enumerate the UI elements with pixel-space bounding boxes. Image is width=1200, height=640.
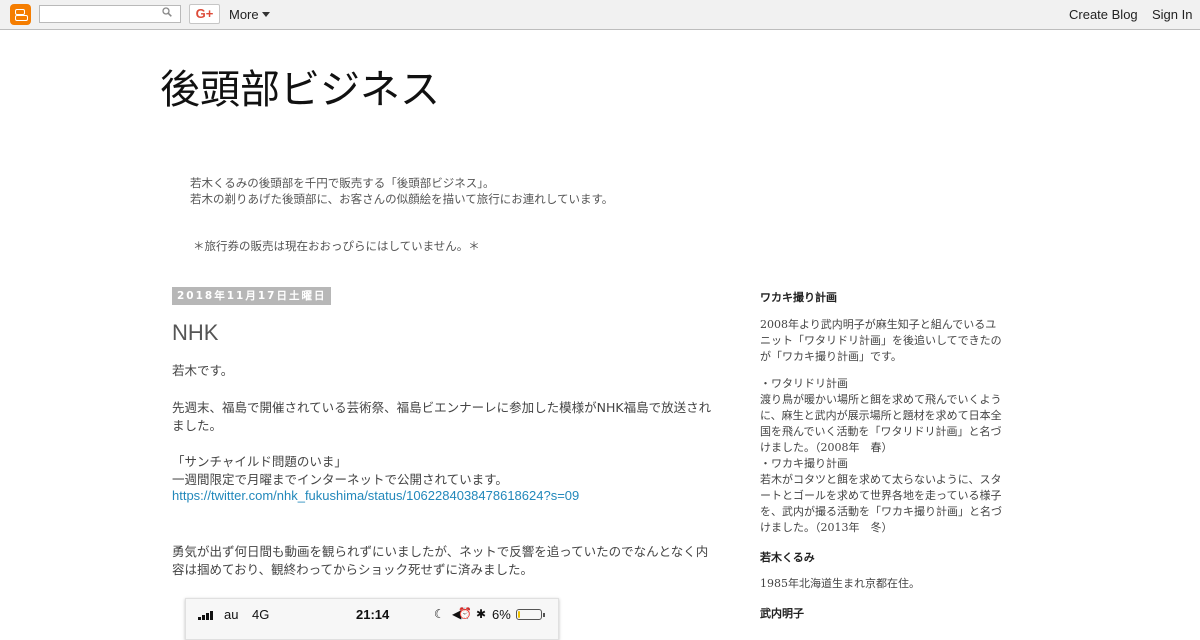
moon-icon: ☾: [434, 607, 445, 621]
sidebar-heading: ワカキ撮り計画: [760, 291, 837, 304]
blog-description-note: ＊旅行券の販売は現在おおっぴらにはしていません。＊: [193, 239, 480, 253]
post-paragraph: 若木です。: [172, 363, 234, 378]
sidebar-text: ・ワタリドリ計画 渡り鳥が暖かい場所と餌を求めて飛んでいくように、麻生と武内が展…: [760, 377, 1002, 534]
post-paragraph: 勇気が出ず何日間も動画を観られずにいましたが、ネットで反響を追っていたのでなんと…: [172, 544, 709, 577]
google-plus-button[interactable]: G+: [189, 4, 220, 24]
sidebar-text: 2008年より武内明子が麻生知子と組んでいるユニット「ワタリドリ計画」を後追いし…: [760, 318, 1002, 363]
chevron-down-icon[interactable]: [262, 12, 270, 17]
search-icon[interactable]: [162, 7, 172, 17]
post-screenshot-image: au 4G 21:14 ☾ ◀ ⏰ ✱ 6%: [185, 598, 559, 640]
create-blog-link[interactable]: Create Blog: [1069, 7, 1138, 22]
blog-description-line: 若木の剃りあげた後頭部に、お客さんの似顔絵を描いて旅行にお連れしています。: [190, 192, 614, 206]
post-paragraph: 「サンチャイルド問題のいま」 一週間限定で月曜までインターネットで公開されていま…: [172, 454, 508, 487]
sidebar-heading: 若木くるみ: [760, 551, 815, 564]
blog-description-line: 若木くるみの後頭部を千円で販売する「後頭部ビジネス」。: [190, 176, 495, 190]
phone-time: 21:14: [356, 607, 390, 622]
twitter-link[interactable]: https://twitter.com/nhk_fukushima/status…: [172, 488, 579, 503]
blogger-logo-icon[interactable]: [10, 4, 31, 25]
blogger-navbar: G+ More Create Blog Sign In: [0, 0, 1200, 30]
post-paragraph: 先週末、福島で開催されている芸術祭、福島ビエンナーレに参加した模様がNHK福島で…: [172, 400, 712, 433]
alarm-icon: ⏰: [458, 607, 472, 620]
bluetooth-icon: ✱: [476, 607, 487, 621]
post-title[interactable]: NHK: [172, 320, 218, 346]
signal-strength-icon: [198, 611, 216, 620]
sidebar-heading: 武内明子: [760, 607, 804, 620]
sidebar-text: 1985年北海道生まれ京都在住。: [760, 577, 920, 590]
post-date-header: 2018年11月17日土曜日: [172, 287, 332, 305]
blog-title[interactable]: 後頭部ビジネス: [160, 62, 440, 118]
more-menu-button[interactable]: More: [229, 7, 259, 22]
carrier-label: au: [224, 607, 239, 622]
search-input[interactable]: [39, 5, 181, 23]
network-label: 4G: [252, 607, 270, 622]
battery-percent: 6%: [492, 607, 511, 622]
sign-in-link[interactable]: Sign In: [1152, 7, 1192, 22]
battery-icon: [516, 609, 545, 620]
